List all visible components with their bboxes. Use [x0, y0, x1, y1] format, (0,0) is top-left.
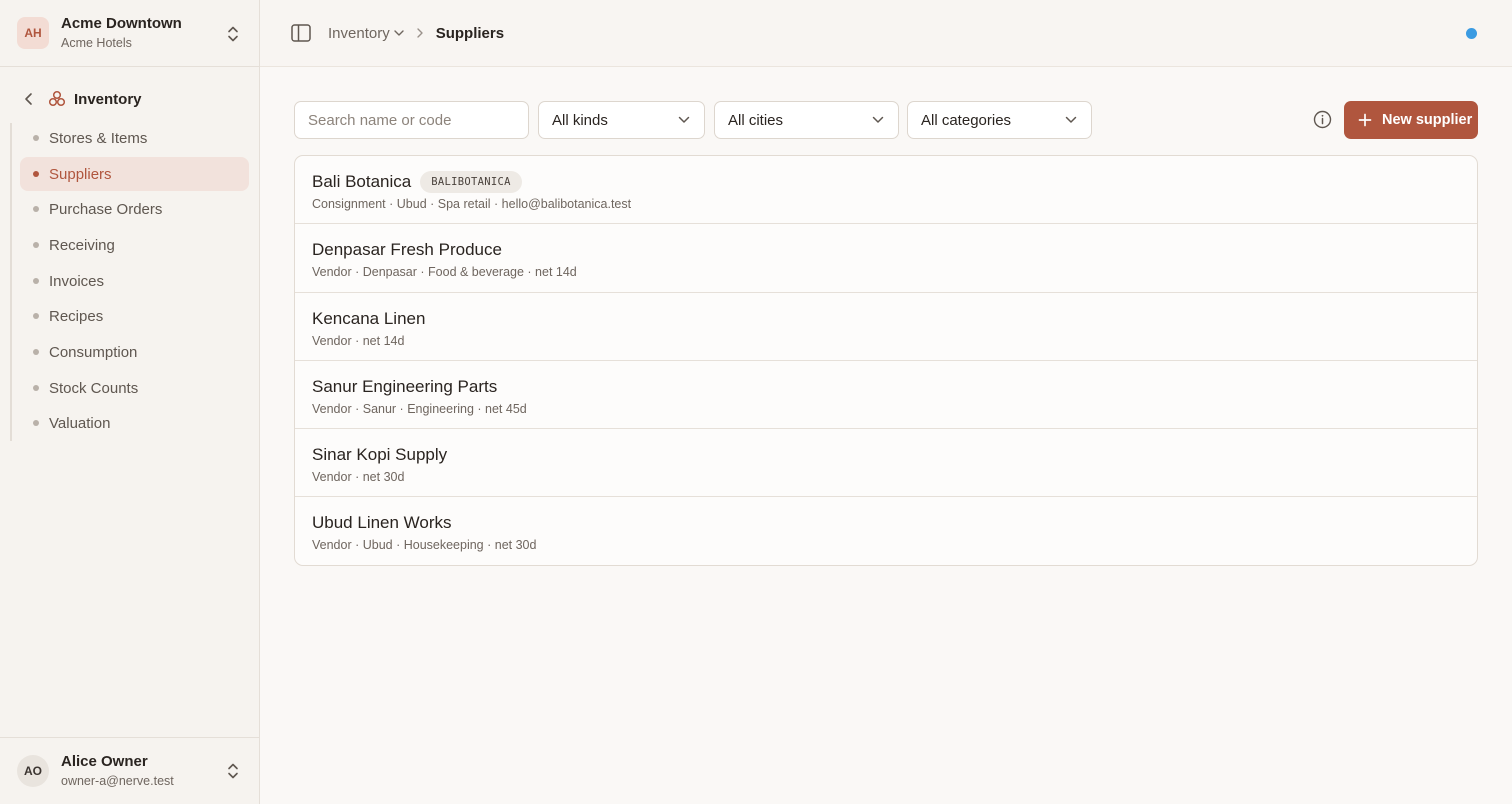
avatar: AO	[17, 755, 49, 787]
sidebar-item-label: Stock Counts	[49, 379, 139, 397]
supplier-list: Bali Botanica BALIBOTANICA Consignment ·…	[294, 155, 1478, 566]
sidebar-item-consumption[interactable]: Consumption	[20, 335, 249, 369]
category-filter-select[interactable]: All categories	[907, 101, 1092, 139]
status-dot	[1466, 28, 1477, 39]
list-item[interactable]: Kencana Linen Vendor · net 14d	[295, 293, 1477, 361]
sidebar-item-label: Consumption	[49, 343, 138, 361]
sidebar-item-stock-counts[interactable]: Stock Counts	[20, 371, 249, 405]
supplier-title: Sinar Kopi Supply	[312, 444, 1477, 466]
supplier-details: Vendor · net 30d	[312, 470, 405, 485]
inventory-icon	[48, 90, 66, 107]
user-email: owner-a@nerve.test	[61, 774, 174, 788]
section-header: Inventory	[22, 88, 142, 110]
user-switcher[interactable]: AO Alice Owner owner-a@nerve.test	[0, 737, 259, 804]
section-title: Inventory	[74, 90, 142, 108]
topbar: Inventory Suppliers	[260, 0, 1512, 67]
nav-dot	[33, 206, 39, 212]
nav-dot	[33, 171, 39, 177]
category-filter-value: All categories	[921, 111, 1012, 129]
nav-dot	[33, 242, 39, 248]
new-supplier-label: New supplier	[1382, 112, 1473, 128]
chevron-up-down-icon	[228, 26, 238, 42]
org-name: Acme Downtown	[61, 15, 182, 32]
chevron-left-icon[interactable]	[22, 92, 36, 106]
new-supplier-button[interactable]: New supplier	[1344, 101, 1478, 139]
breadcrumb-parent-label: Inventory	[328, 24, 390, 42]
nav-dot	[33, 420, 39, 426]
supplier-title: Denpasar Fresh Produce	[312, 239, 1477, 261]
nav-dot	[33, 135, 39, 141]
nav-dot	[33, 313, 39, 319]
breadcrumb-current: Suppliers	[435, 24, 505, 42]
org-company: Acme Hotels	[61, 36, 132, 50]
user-text: Alice Owner owner-a@nerve.test	[61, 753, 174, 789]
supplier-name: Ubud Linen Works	[312, 513, 452, 533]
supplier-name: Sinar Kopi Supply	[312, 445, 448, 465]
list-item[interactable]: Denpasar Fresh Produce Vendor · Denpasar…	[295, 224, 1477, 293]
supplier-details: Consignment · Ubud · Spa retail · hello@…	[312, 197, 632, 211]
supplier-details: Vendor · net 14d	[312, 333, 405, 348]
nav-dot	[33, 278, 39, 284]
supplier-details: Vendor · Denpasar · Food & beverage · ne…	[312, 265, 577, 280]
sidebar-item-label: Valuation	[49, 414, 111, 432]
org-avatar: AH	[17, 17, 49, 49]
sidebar: AH Acme Downtown Acme Hotels Inventory S…	[0, 0, 260, 804]
org-switcher[interactable]: AH Acme Downtown Acme Hotels	[0, 0, 259, 67]
org-text: Acme Downtown Acme Hotels	[61, 15, 182, 51]
sidebar-item-label: Suppliers	[49, 165, 112, 183]
sidebar-item-stores-items[interactable]: Stores & Items	[20, 121, 249, 155]
chevron-down-icon	[1065, 116, 1077, 123]
city-filter-value: All cities	[728, 111, 784, 129]
nav-dot	[33, 385, 39, 391]
sidebar-item-label: Invoices	[49, 272, 105, 290]
supplier-code-badge: BALIBOTANICA	[420, 171, 522, 193]
user-name: Alice Owner	[61, 753, 148, 770]
list-item[interactable]: Ubud Linen Works Vendor · Ubud · Houseke…	[295, 497, 1477, 565]
sidebar-item-label: Stores & Items	[49, 129, 148, 147]
breadcrumb-parent[interactable]: Inventory	[328, 25, 404, 42]
sidebar-item-suppliers[interactable]: Suppliers	[20, 157, 249, 191]
list-item[interactable]: Sinar Kopi Supply Vendor · net 30d	[295, 429, 1477, 498]
kind-filter-value: All kinds	[552, 111, 608, 129]
nav-dot	[33, 349, 39, 355]
supplier-title: Sanur Engineering Parts	[312, 376, 1477, 398]
supplier-name: Sanur Engineering Parts	[312, 376, 498, 396]
sidebar-item-label: Receiving	[49, 236, 115, 254]
chevron-down-icon	[872, 116, 884, 123]
supplier-title: Bali Botanica BALIBOTANICA	[312, 171, 1477, 193]
list-item[interactable]: Sanur Engineering Parts Vendor · Sanur ·…	[295, 361, 1477, 430]
supplier-name: Kencana Linen	[312, 308, 426, 328]
supplier-details: Vendor · Sanur · Engineering · net 45d	[312, 401, 527, 416]
city-filter-select[interactable]: All cities	[714, 101, 899, 139]
chevron-down-icon	[678, 116, 690, 123]
info-icon[interactable]	[1313, 110, 1332, 129]
supplier-title: Ubud Linen Works	[312, 512, 1477, 534]
chevron-up-down-icon	[228, 763, 238, 779]
sidebar-item-receiving[interactable]: Receiving	[20, 228, 249, 262]
sidebar-item-label: Recipes	[49, 307, 104, 325]
sidebar-item-valuation[interactable]: Valuation	[20, 406, 249, 440]
nav-rail	[10, 123, 12, 441]
chevron-down-icon	[394, 30, 404, 36]
supplier-details: Vendor · Ubud · Housekeeping · net 30d	[312, 538, 537, 553]
sidebar-item-label: Purchase Orders	[49, 200, 163, 218]
supplier-name: Denpasar Fresh Produce	[312, 240, 502, 260]
plus-icon	[1358, 113, 1372, 127]
search-input[interactable]	[294, 101, 529, 139]
sidebar-toggle-icon[interactable]	[291, 24, 311, 42]
supplier-name: Bali Botanica	[312, 172, 412, 191]
supplier-title: Kencana Linen	[312, 308, 1477, 330]
list-item[interactable]: Bali Botanica BALIBOTANICA Consignment ·…	[295, 156, 1477, 225]
sidebar-item-purchase-orders[interactable]: Purchase Orders	[20, 192, 249, 226]
kind-filter-select[interactable]: All kinds	[538, 101, 705, 139]
sidebar-item-recipes[interactable]: Recipes	[20, 299, 249, 333]
sidebar-item-invoices[interactable]: Invoices	[20, 264, 249, 298]
chevron-right-icon	[417, 28, 423, 38]
